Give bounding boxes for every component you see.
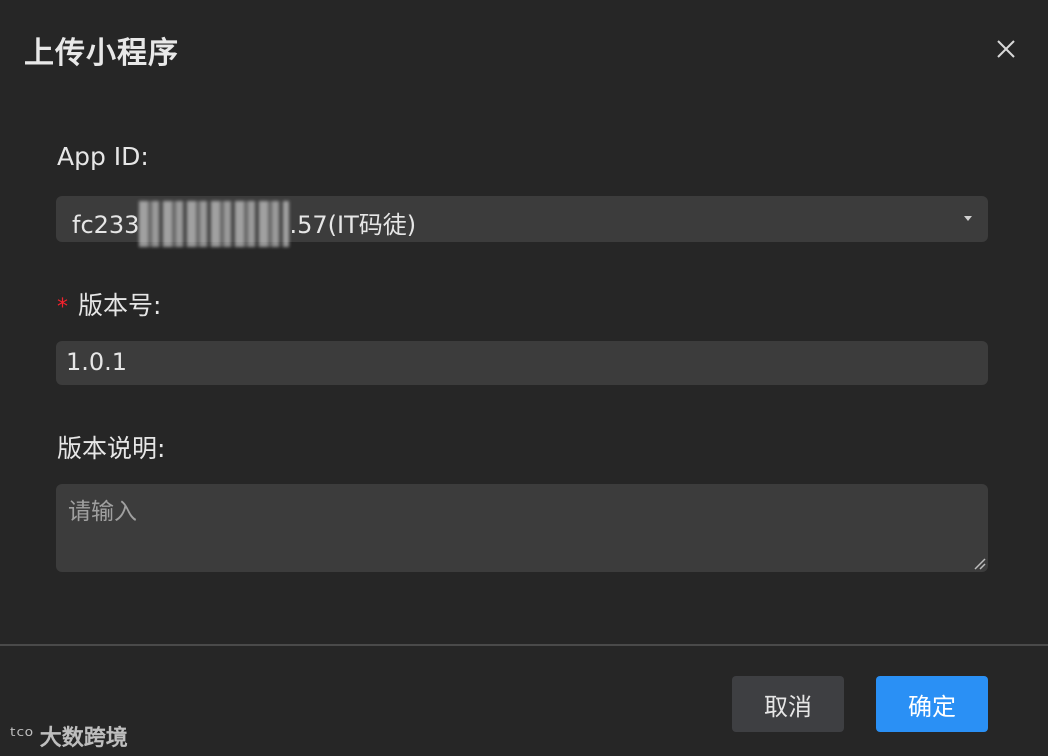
redacted-blur (139, 201, 290, 247)
close-button[interactable] (990, 33, 1022, 65)
cancel-button[interactable]: 取消 (732, 676, 844, 732)
required-mark: * (57, 295, 68, 320)
close-icon (997, 40, 1015, 58)
app-id-value-suffix: .57(IT码徒) (289, 211, 417, 239)
app-id-label: App ID: (57, 142, 149, 171)
version-label-row: * 版本号: (57, 286, 161, 322)
resize-handle-icon[interactable] (972, 556, 986, 570)
description-placeholder: 请输入 (68, 499, 137, 525)
version-label: 版本号: (78, 291, 162, 320)
app-id-value: fc233 .57(IT码徒) (72, 201, 417, 247)
footer-divider (0, 644, 1048, 646)
upload-miniprogram-dialog: 上传小程序 App ID: fc233 .57(IT码徒) * 版本号: 1.0.1… (0, 0, 1048, 756)
dialog-title: 上传小程序 (24, 36, 179, 71)
watermark-text: 大数跨境 (39, 726, 128, 751)
description-textarea[interactable]: 请输入 (56, 484, 988, 572)
app-id-value-prefix: fc233 (72, 211, 140, 239)
caret-down-icon (964, 216, 972, 221)
version-value: 1.0.1 (66, 348, 128, 376)
description-label: 版本说明: (57, 434, 166, 463)
watermark-logo-icon: ᵗᶜᵒ (10, 723, 34, 749)
confirm-button[interactable]: 确定 (876, 676, 988, 732)
watermark: ᵗᶜᵒ 大数跨境 (10, 720, 128, 752)
version-input[interactable]: 1.0.1 (56, 341, 988, 385)
app-id-select[interactable]: fc233 .57(IT码徒) (56, 196, 988, 247)
